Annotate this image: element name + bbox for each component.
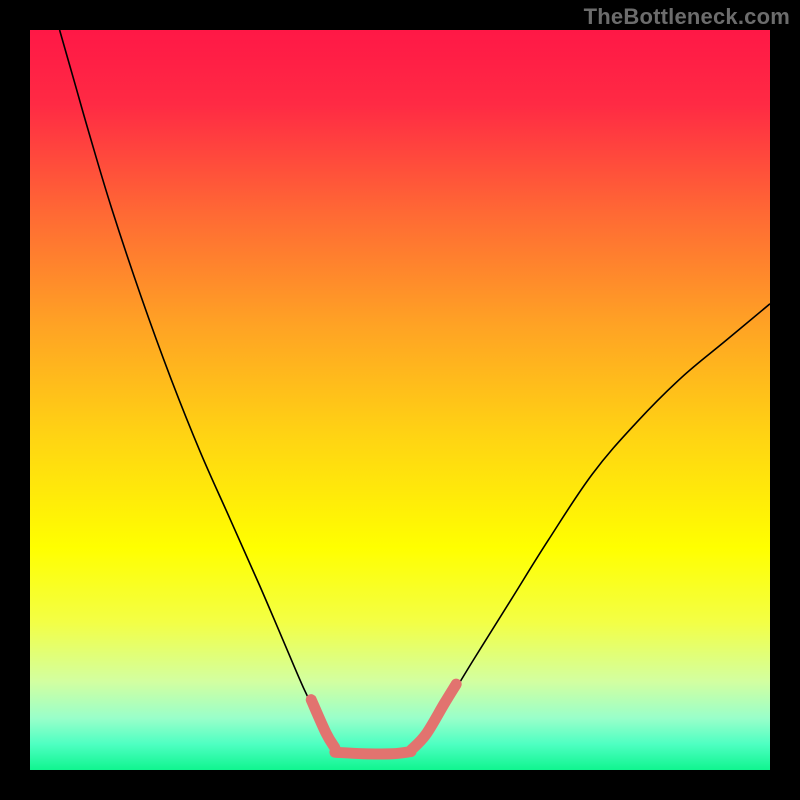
watermark-text: TheBottleneck.com xyxy=(584,4,790,30)
chart-svg xyxy=(30,30,770,770)
chart-frame: TheBottleneck.com xyxy=(0,0,800,800)
series-highlight-bottom xyxy=(335,752,411,754)
plot-area xyxy=(30,30,770,770)
